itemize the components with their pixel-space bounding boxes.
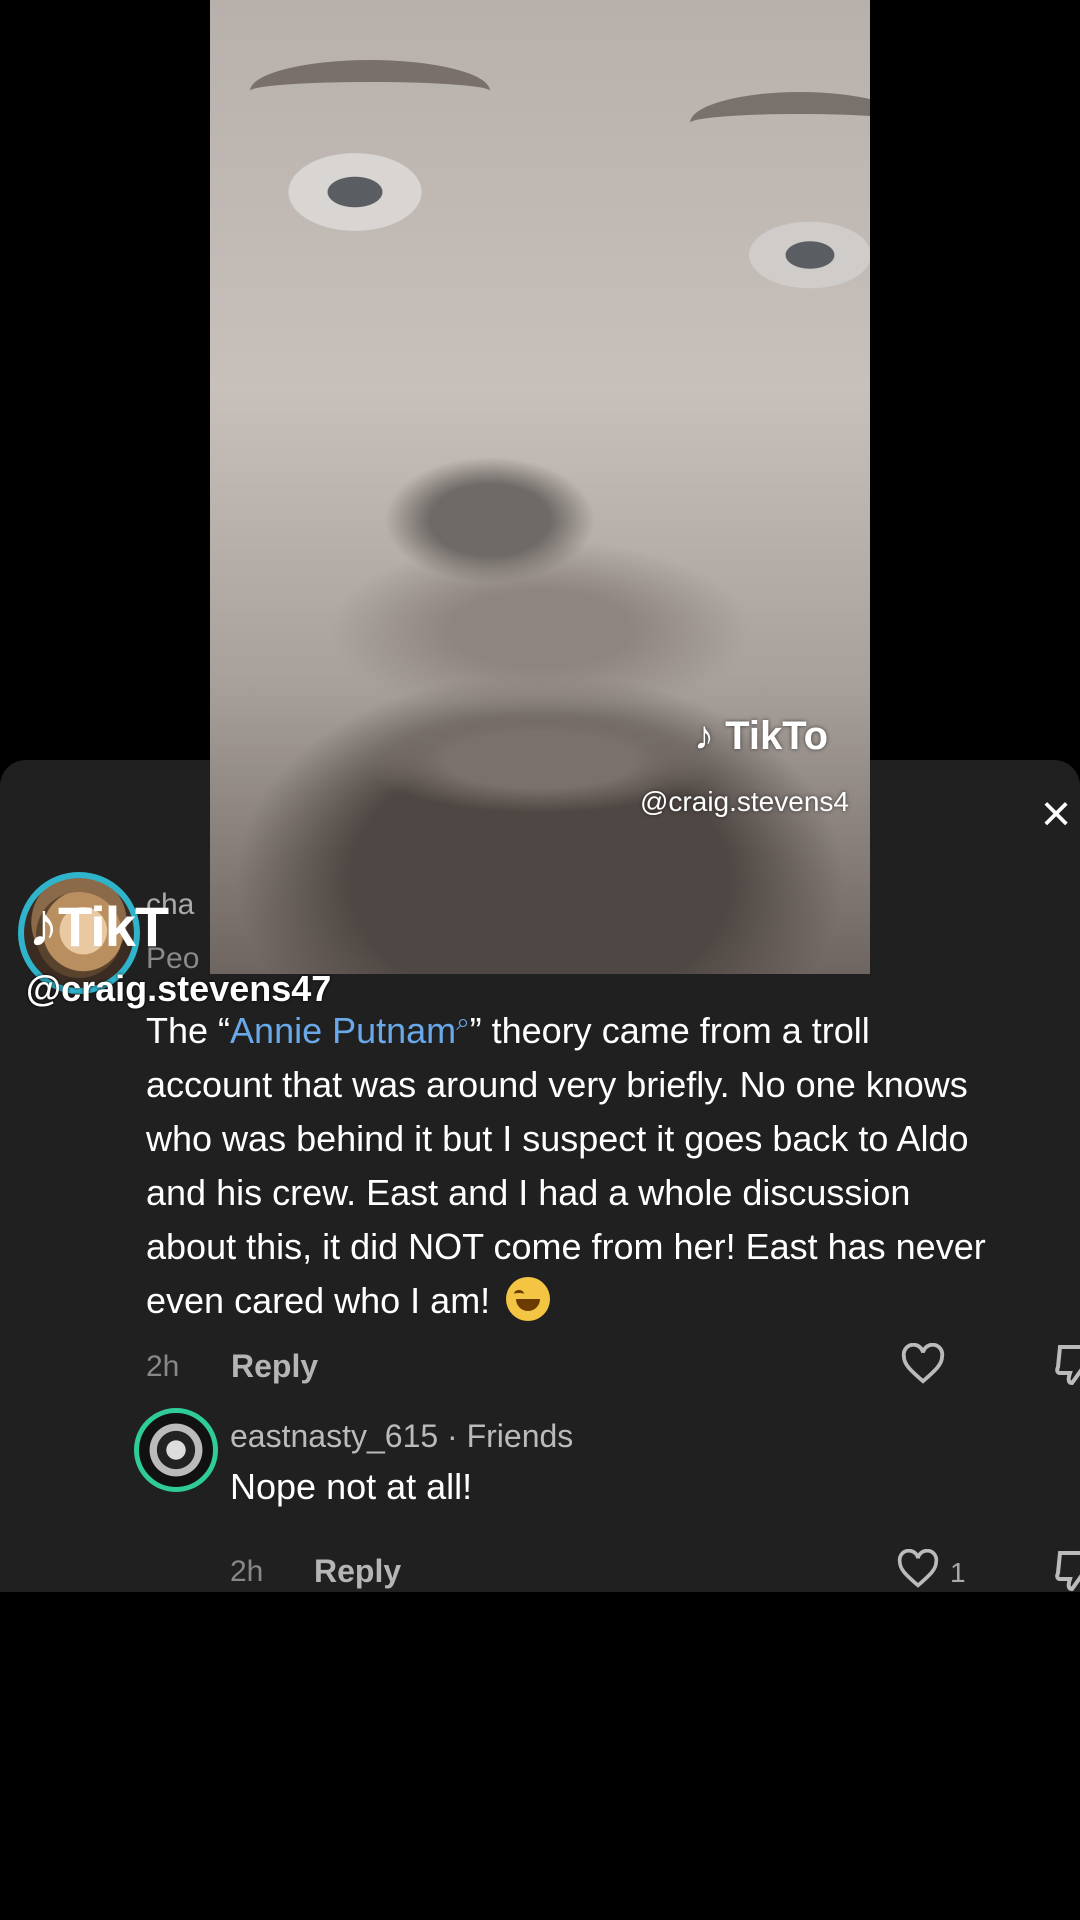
search-icon[interactable]: ⌕ (456, 1009, 469, 1036)
reply-button[interactable]: Reply (231, 1348, 318, 1385)
comment-body: The “Annie Putnam⌕” theory came from a t… (146, 1009, 986, 1321)
bottom-area (0, 1592, 1080, 1920)
tiktok-logo-icon: ♪ (28, 891, 59, 960)
reply-time: 2h (230, 1555, 264, 1588)
tiktok-logo-icon: ♪ (694, 714, 714, 758)
heart-icon[interactable] (896, 1549, 940, 1589)
close-icon[interactable]: × (1026, 784, 1080, 844)
heart-icon[interactable] (900, 1343, 946, 1385)
dislike-icon[interactable] (1054, 1549, 1080, 1592)
laughing-emoji-icon (506, 1277, 551, 1321)
tiktok-watermark: ♪ TikTo (694, 714, 829, 758)
reply-avatar[interactable] (134, 1408, 218, 1492)
reply-author[interactable]: eastnasty_615 · Friends (230, 1418, 573, 1455)
mention-link[interactable]: Annie Putnam (230, 1010, 456, 1051)
video-handle: @craig.stevens4 (640, 786, 849, 817)
reply-reply-button[interactable]: Reply (314, 1553, 401, 1590)
video-thumbnail[interactable]: ♪ TikTo @craig.stevens4 (210, 0, 870, 974)
like-count: 1 (950, 1557, 966, 1588)
tiktok-watermark: ♪TikT (28, 891, 169, 960)
comment-time: 2h (146, 1350, 180, 1383)
reply-body: Nope not at all! (230, 1466, 473, 1507)
dislike-icon[interactable] (1054, 1343, 1080, 1387)
